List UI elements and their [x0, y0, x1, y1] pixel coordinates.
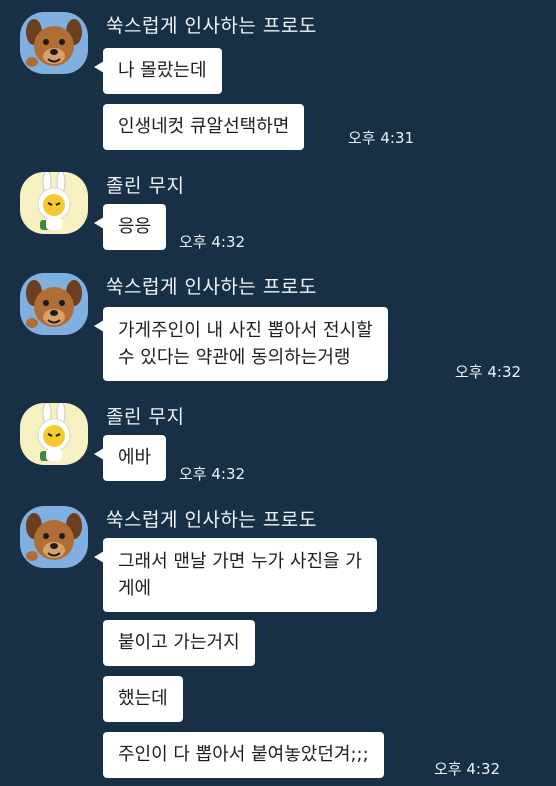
message-bubble[interactable]: 그래서 맨날 가면 누가 사진을 가 게에: [94, 538, 377, 612]
muzi-sleepy-icon: [20, 403, 88, 465]
frodo-dog-icon: [20, 506, 88, 568]
message-bubble[interactable]: 가게주인이 내 사진 뽑아서 전시할 수 있다는 약관에 동의하는거랭: [94, 307, 388, 381]
muzi-avatar[interactable]: [20, 403, 88, 465]
sender-name: 쑥스럽게 인사하는 프로도: [106, 509, 317, 531]
frodo-dog-icon: [20, 12, 88, 74]
message-line: 게에: [118, 578, 152, 599]
message-bubble[interactable]: 인생네컷 큐알선택하면: [103, 104, 305, 150]
message-timestamp: 오후 4:32: [434, 760, 501, 778]
frodo-avatar[interactable]: [20, 506, 88, 568]
sender-name: 쑥스럽게 인사하는 프로도: [106, 15, 317, 37]
sender-name: 졸린 무지: [106, 175, 185, 197]
muzi-avatar[interactable]: [20, 172, 88, 234]
message-bubble[interactable]: 나 몰랐는데: [94, 48, 222, 94]
frodo-avatar[interactable]: [20, 12, 88, 74]
frodo-dog-icon: [20, 273, 88, 335]
message-timestamp: 오후 4:31: [348, 129, 415, 147]
sender-name: 쑥스럽게 인사하는 프로도: [106, 276, 317, 298]
message-line: 가게주인이 내 사진 뽑아서 전시할: [118, 320, 373, 341]
message-timestamp: 오후 4:32: [179, 465, 246, 483]
message-line: 그래서 맨날 가면 누가 사진을 가: [118, 551, 362, 572]
message-bubble[interactable]: 했는데: [103, 676, 183, 722]
message-line: 수 있다는 약관에 동의하는거랭: [118, 347, 351, 368]
message-timestamp: 오후 4:32: [179, 233, 246, 251]
message-bubble[interactable]: 에바: [93, 435, 167, 481]
message-bubble[interactable]: 붙이고 가는거지: [103, 620, 255, 666]
sender-name: 졸린 무지: [106, 406, 185, 428]
frodo-avatar[interactable]: [20, 273, 88, 335]
message-bubble[interactable]: 주인이 다 뽑아서 붙여놓았던겨;;;: [103, 732, 384, 778]
message-timestamp: 오후 4:32: [455, 363, 522, 381]
message-bubble[interactable]: 응응: [93, 204, 167, 250]
muzi-sleepy-icon: [20, 172, 88, 234]
